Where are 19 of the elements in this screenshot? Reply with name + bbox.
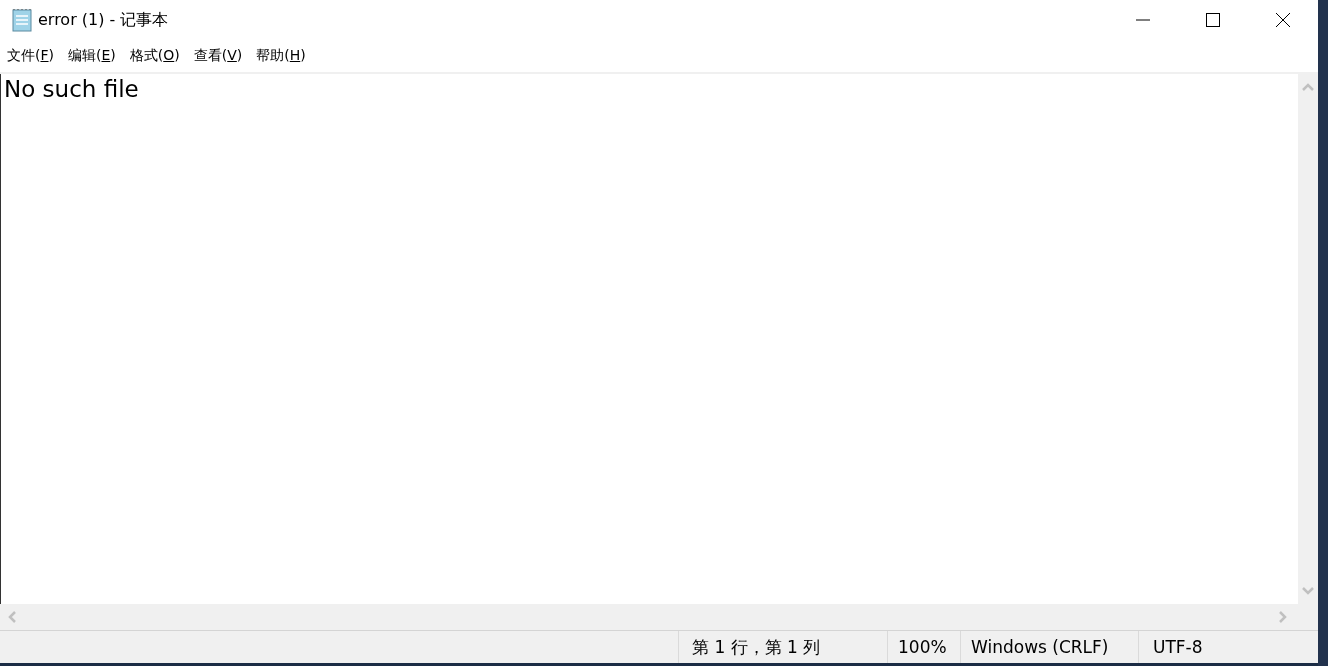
menu-item[interactable]: 查看(V) <box>193 47 243 65</box>
notepad-icon <box>11 8 33 32</box>
window-title: error (1) - 记事本 <box>38 9 169 31</box>
status-text: 100% <box>888 631 961 663</box>
menu-item[interactable]: 帮助(H) <box>256 47 306 65</box>
status-text: UTF-8 <box>1152 636 1204 659</box>
menu-item[interactable]: 编辑(E) <box>68 47 116 65</box>
close-icon <box>1275 12 1291 28</box>
scroll-right-icon[interactable] <box>1278 610 1288 624</box>
status-text: Windows (CRLF) <box>961 631 1139 663</box>
scroll-down-icon[interactable] <box>1301 586 1315 596</box>
status-text: 第 1 行，第 1 列 <box>679 631 888 663</box>
minimize-icon <box>1135 19 1151 21</box>
document-text: No such file <box>4 76 139 102</box>
menu-item[interactable]: 格式(O) <box>129 47 180 65</box>
menu-item[interactable]: 文件(F) <box>7 47 54 65</box>
maximize-icon <box>1205 12 1221 28</box>
scroll-up-icon[interactable] <box>1301 82 1315 92</box>
scroll-left-icon[interactable] <box>7 610 17 624</box>
